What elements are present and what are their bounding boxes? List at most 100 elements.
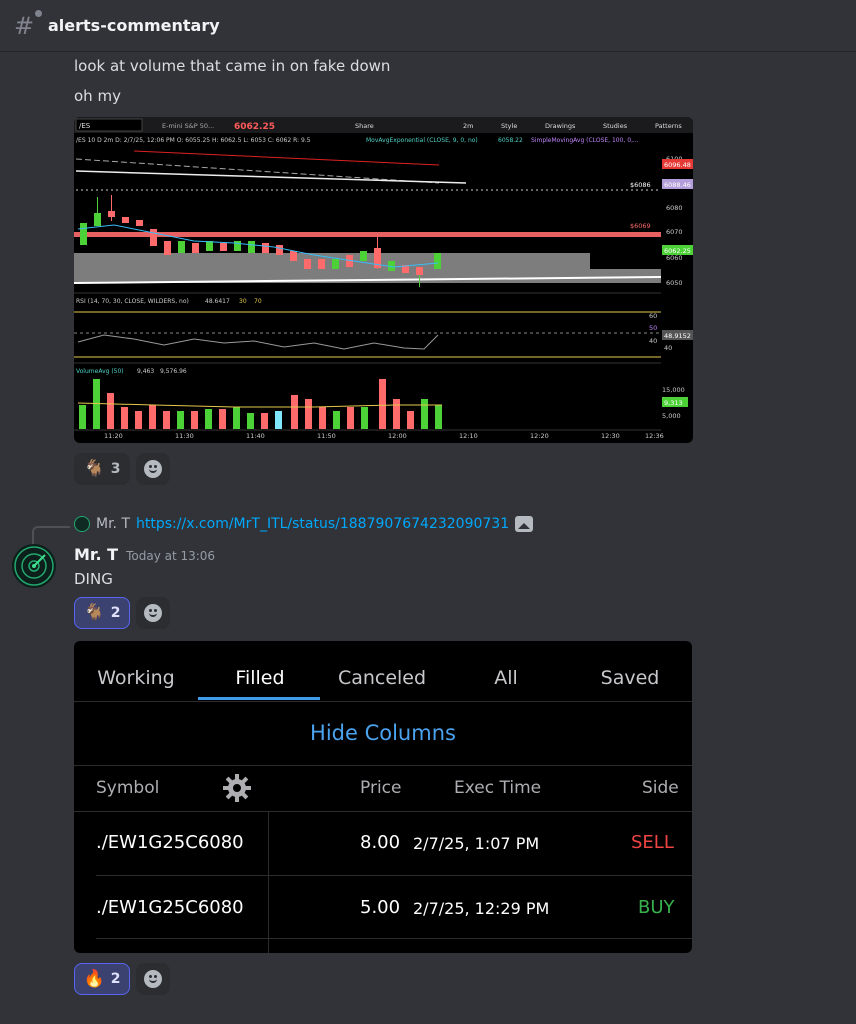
column-price[interactable]: Price xyxy=(360,778,401,798)
reply-avatar-icon xyxy=(74,516,90,532)
reaction-count: 2 xyxy=(110,971,121,987)
price-axis-6060: 6060 xyxy=(666,254,683,262)
add-reaction-button[interactable] xyxy=(136,597,170,629)
reply-spine xyxy=(32,526,70,546)
time-axis-1140: 11:40 xyxy=(246,432,265,440)
reaction-goat[interactable]: 🐐 3 xyxy=(74,453,130,485)
radar-avatar-icon xyxy=(14,546,54,586)
order-tabs: Working Filled Canceled All Saved xyxy=(74,641,692,702)
chart-studies-button[interactable]: Studies xyxy=(603,122,628,130)
chart-symbol[interactable]: /ES xyxy=(79,122,91,130)
column-symbol[interactable]: Symbol xyxy=(96,778,159,798)
row-symbol: ./EW1G25C6080 xyxy=(96,832,244,853)
volume-pane[interactable] xyxy=(77,379,442,429)
chart-ema-label: MovAvgExponential (CLOSE, 9, 0, no) xyxy=(366,137,478,144)
active-tab-indicator xyxy=(198,697,320,700)
tab-all[interactable]: All xyxy=(444,667,568,689)
column-exec-time[interactable]: Exec Time xyxy=(454,778,541,798)
add-reaction-icon xyxy=(144,460,162,478)
add-reaction-button[interactable] xyxy=(136,963,170,995)
price-tag-purple: 6088.46 xyxy=(664,181,691,189)
rsi-level-70: 70 xyxy=(254,298,262,305)
orders-attachment[interactable]: Working Filled Canceled All Saved Hide C… xyxy=(74,641,692,953)
timestamp: Today at 13:06 xyxy=(126,549,216,563)
column-divider xyxy=(268,812,269,953)
rsi-tag: 48.9152 xyxy=(664,332,691,340)
rsi-value: 48.6417 xyxy=(205,298,230,305)
rsi-axis-60: 60 xyxy=(649,312,657,320)
row-price: 8.00 xyxy=(360,832,401,853)
tab-saved[interactable]: Saved xyxy=(568,667,692,689)
chart-attachment[interactable]: /ES E-mini S&P 50... 6062.25 Share 2m St… xyxy=(74,117,693,443)
reply-link[interactable]: https://x.com/MrT_ITL/status/18879076742… xyxy=(136,516,509,532)
reaction-count: 3 xyxy=(110,461,121,477)
hide-columns-row: Hide Columns xyxy=(74,701,692,766)
threads-hash-icon[interactable]: # xyxy=(14,9,42,40)
rsi-level-30: 30 xyxy=(239,298,247,305)
rsi-axis-50: 50 xyxy=(649,324,657,332)
price-axis-6050: 6050 xyxy=(666,279,683,287)
rsi-axis-40-right: 40 xyxy=(664,344,672,352)
row-symbol: ./EW1G25C6080 xyxy=(96,897,244,918)
row-exec-time: 2/7/25, 12:29 PM xyxy=(413,899,550,918)
image-icon xyxy=(515,516,534,532)
volume-value-2: 9,576.96 xyxy=(160,368,187,375)
fire-emoji-icon: 🔥 xyxy=(83,969,105,989)
add-reaction-button[interactable] xyxy=(136,453,170,485)
chart-interval[interactable]: 2m xyxy=(463,122,473,130)
reaction-fire[interactable]: 🔥 2 xyxy=(74,963,130,995)
message1-reactions: 🐐 3 xyxy=(74,453,170,485)
chart-drawings-button[interactable]: Drawings xyxy=(545,122,576,130)
chart-share-button[interactable]: Share xyxy=(355,122,374,130)
avatar[interactable] xyxy=(12,544,56,588)
add-reaction-icon xyxy=(144,970,162,988)
time-axis-1220: 12:20 xyxy=(530,432,549,440)
volume-axis-15000: 15,000 xyxy=(662,386,685,394)
row-divider xyxy=(96,875,692,876)
add-reaction-icon xyxy=(144,604,162,622)
level-upper-label: $6086 xyxy=(630,181,651,189)
time-axis-1130: 11:30 xyxy=(175,432,194,440)
message2-reactions-after: 🔥 2 xyxy=(74,963,170,995)
row-divider xyxy=(96,938,692,939)
chart-sma-label: SimpleMovingAvg (CLOSE, 100, 0,... xyxy=(531,137,639,144)
time-axis-1150: 11:50 xyxy=(317,432,336,440)
message2-text: DING xyxy=(74,570,113,588)
chart-ohlc: /ES 10 D 2m D: 2/7/25, 12:06 PM O: 6055.… xyxy=(76,137,311,144)
price-axis-6070: 6070 xyxy=(666,228,683,236)
time-axis-1120: 11:20 xyxy=(104,432,123,440)
goat-emoji-icon: 🐐 xyxy=(83,459,105,479)
hide-columns-button[interactable]: Hide Columns xyxy=(310,721,456,745)
reaction-count: 2 xyxy=(110,605,121,621)
author-name[interactable]: Mr. T xyxy=(74,545,118,564)
column-side[interactable]: Side xyxy=(642,778,679,798)
chart-style-button[interactable]: Style xyxy=(501,122,517,130)
channel-header: # alerts-commentary xyxy=(0,0,856,52)
time-axis-1236: 12:36 xyxy=(645,432,664,440)
row-side: SELL xyxy=(631,832,674,853)
message2-reactions: 🐐 2 xyxy=(74,597,170,629)
time-axis-1210: 12:10 xyxy=(459,432,478,440)
channel-name: alerts-commentary xyxy=(48,16,220,35)
chart-ema-value: 6058.22 xyxy=(498,137,523,144)
gear-icon[interactable] xyxy=(222,773,252,803)
tab-working[interactable]: Working xyxy=(74,667,198,689)
tab-filled[interactable]: Filled xyxy=(198,667,322,689)
rsi-pane[interactable] xyxy=(74,311,661,358)
chart-last-price: 6062.25 xyxy=(234,122,275,132)
time-axis-1230: 12:30 xyxy=(601,432,620,440)
reaction-goat[interactable]: 🐐 2 xyxy=(74,597,130,629)
volume-tag: 9,313 xyxy=(664,399,683,407)
row-price: 5.00 xyxy=(360,897,401,918)
goat-emoji-icon: 🐐 xyxy=(83,603,105,623)
price-axis-6080: 6080 xyxy=(666,204,683,212)
level-red-label: $6069 xyxy=(630,222,651,230)
chart-patterns-button[interactable]: Patterns xyxy=(655,122,682,130)
row-exec-time: 2/7/25, 1:07 PM xyxy=(413,834,540,853)
volume-value-1: 9,463 xyxy=(137,368,154,375)
volume-label: VolumeAvg (50) xyxy=(76,368,124,375)
price-pane[interactable]: $6086 $6069 xyxy=(74,150,662,287)
chart-contract: E-mini S&P 50... xyxy=(162,122,214,130)
tab-canceled[interactable]: Canceled xyxy=(320,667,444,689)
reply-author[interactable]: Mr. T xyxy=(96,516,130,532)
